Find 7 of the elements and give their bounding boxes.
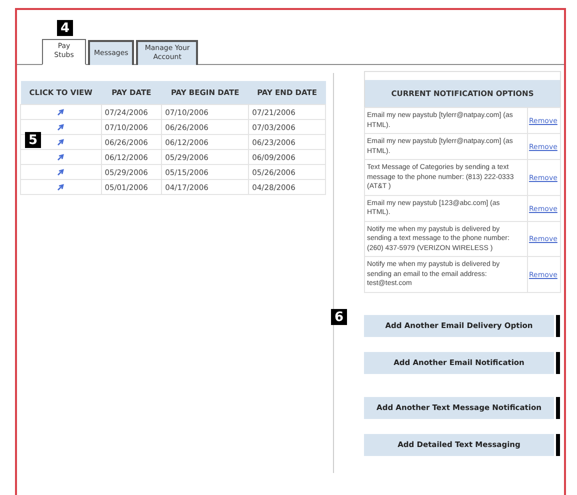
callout-number: 5 <box>25 132 41 148</box>
button-shadow <box>556 396 560 419</box>
callout-number: 6 <box>331 309 347 325</box>
button-shadow <box>556 314 560 337</box>
callout-number: 4 <box>57 20 73 36</box>
button-shadow <box>556 352 560 374</box>
button-shadow <box>556 434 560 456</box>
